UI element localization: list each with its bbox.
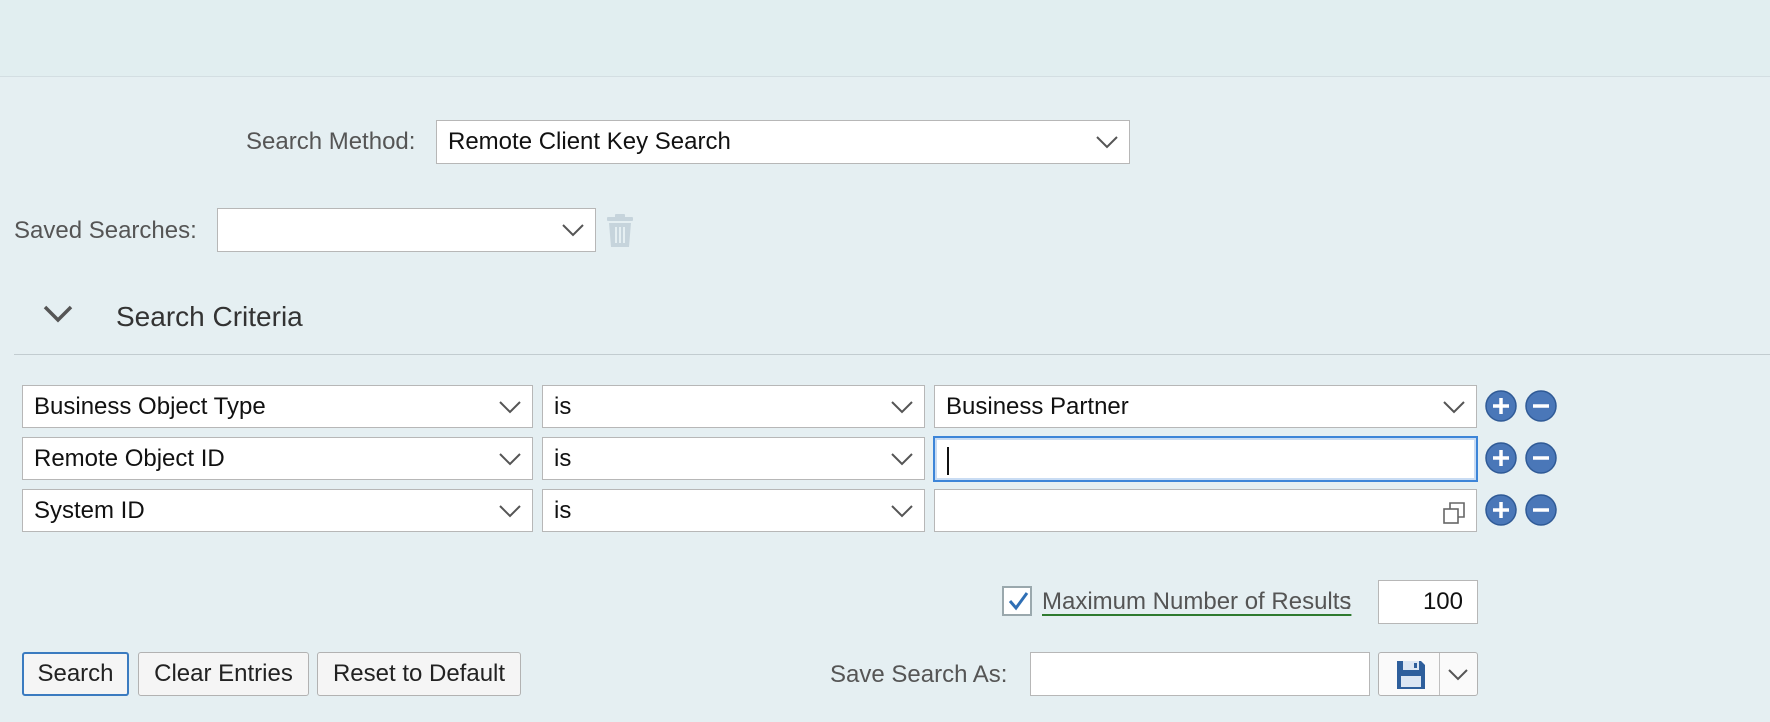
chevron-down-icon — [891, 504, 913, 517]
chevron-down-icon[interactable] — [1447, 668, 1469, 681]
criteria-value-dropdown[interactable]: Business Partner — [934, 385, 1477, 428]
remove-criteria-icon[interactable] — [1525, 494, 1557, 526]
section-divider — [14, 354, 1770, 355]
chevron-down-icon — [891, 452, 913, 465]
chevron-down-icon — [562, 224, 584, 237]
add-criteria-icon[interactable] — [1485, 442, 1517, 474]
remove-criteria-icon[interactable] — [1525, 390, 1557, 422]
chevron-down-icon — [891, 400, 913, 413]
split-divider — [1439, 653, 1440, 695]
chevron-down-icon — [1443, 400, 1465, 413]
criteria-operator-value: is — [554, 392, 572, 420]
chevron-down-icon — [499, 400, 521, 413]
search-method-label: Search Method: — [246, 128, 416, 155]
system-id-input[interactable] — [934, 489, 1477, 532]
save-search-button[interactable] — [1378, 652, 1478, 696]
criteria-field-value: Remote Object ID — [34, 444, 225, 472]
criteria-field-dropdown[interactable]: Remote Object ID — [22, 437, 533, 480]
max-results-checkbox[interactable] — [1002, 586, 1032, 616]
save-search-label: Save Search As: — [830, 661, 1008, 688]
add-criteria-icon[interactable] — [1485, 494, 1517, 526]
remote-object-id-input[interactable] — [933, 436, 1478, 482]
max-results-input[interactable]: 100 — [1378, 580, 1478, 624]
criteria-operator-value: is — [554, 496, 572, 524]
criteria-value-text: Business Partner — [946, 392, 1129, 420]
search-method-dropdown[interactable]: Remote Client Key Search — [436, 120, 1130, 164]
save-search-input[interactable] — [1030, 652, 1370, 696]
value-help-icon[interactable] — [1442, 501, 1466, 525]
remove-criteria-icon[interactable] — [1525, 442, 1557, 474]
criteria-operator-value: is — [554, 444, 572, 472]
criteria-operator-dropdown[interactable]: is — [542, 489, 925, 532]
section-title: Search Criteria — [116, 301, 303, 332]
text-caret — [947, 447, 949, 475]
chevron-down-icon — [499, 504, 521, 517]
chevron-down-icon — [499, 452, 521, 465]
floppy-disk-icon[interactable] — [1395, 659, 1427, 691]
checkmark-icon — [1008, 592, 1029, 611]
criteria-field-value: Business Object Type — [34, 392, 266, 420]
trash-icon[interactable] — [606, 214, 634, 248]
search-method-value: Remote Client Key Search — [448, 128, 731, 155]
max-results-label[interactable]: Maximum Number of Results — [1042, 588, 1351, 616]
add-criteria-icon[interactable] — [1485, 390, 1517, 422]
chevron-down-icon — [1096, 136, 1118, 149]
saved-searches-dropdown[interactable] — [217, 208, 596, 252]
clear-entries-button[interactable]: Clear Entries — [138, 652, 309, 696]
search-button[interactable]: Search — [22, 652, 129, 696]
reset-to-default-button[interactable]: Reset to Default — [317, 652, 521, 696]
criteria-field-dropdown[interactable]: Business Object Type — [22, 385, 533, 428]
criteria-operator-dropdown[interactable]: is — [542, 385, 925, 428]
collapse-chevron-icon[interactable] — [42, 304, 74, 324]
header-bar — [0, 0, 1770, 77]
criteria-field-value: System ID — [34, 496, 145, 524]
max-results-colon: : — [1345, 588, 1352, 615]
saved-searches-label: Saved Searches: — [14, 217, 197, 244]
criteria-operator-dropdown[interactable]: is — [542, 437, 925, 480]
criteria-field-dropdown[interactable]: System ID — [22, 489, 533, 532]
